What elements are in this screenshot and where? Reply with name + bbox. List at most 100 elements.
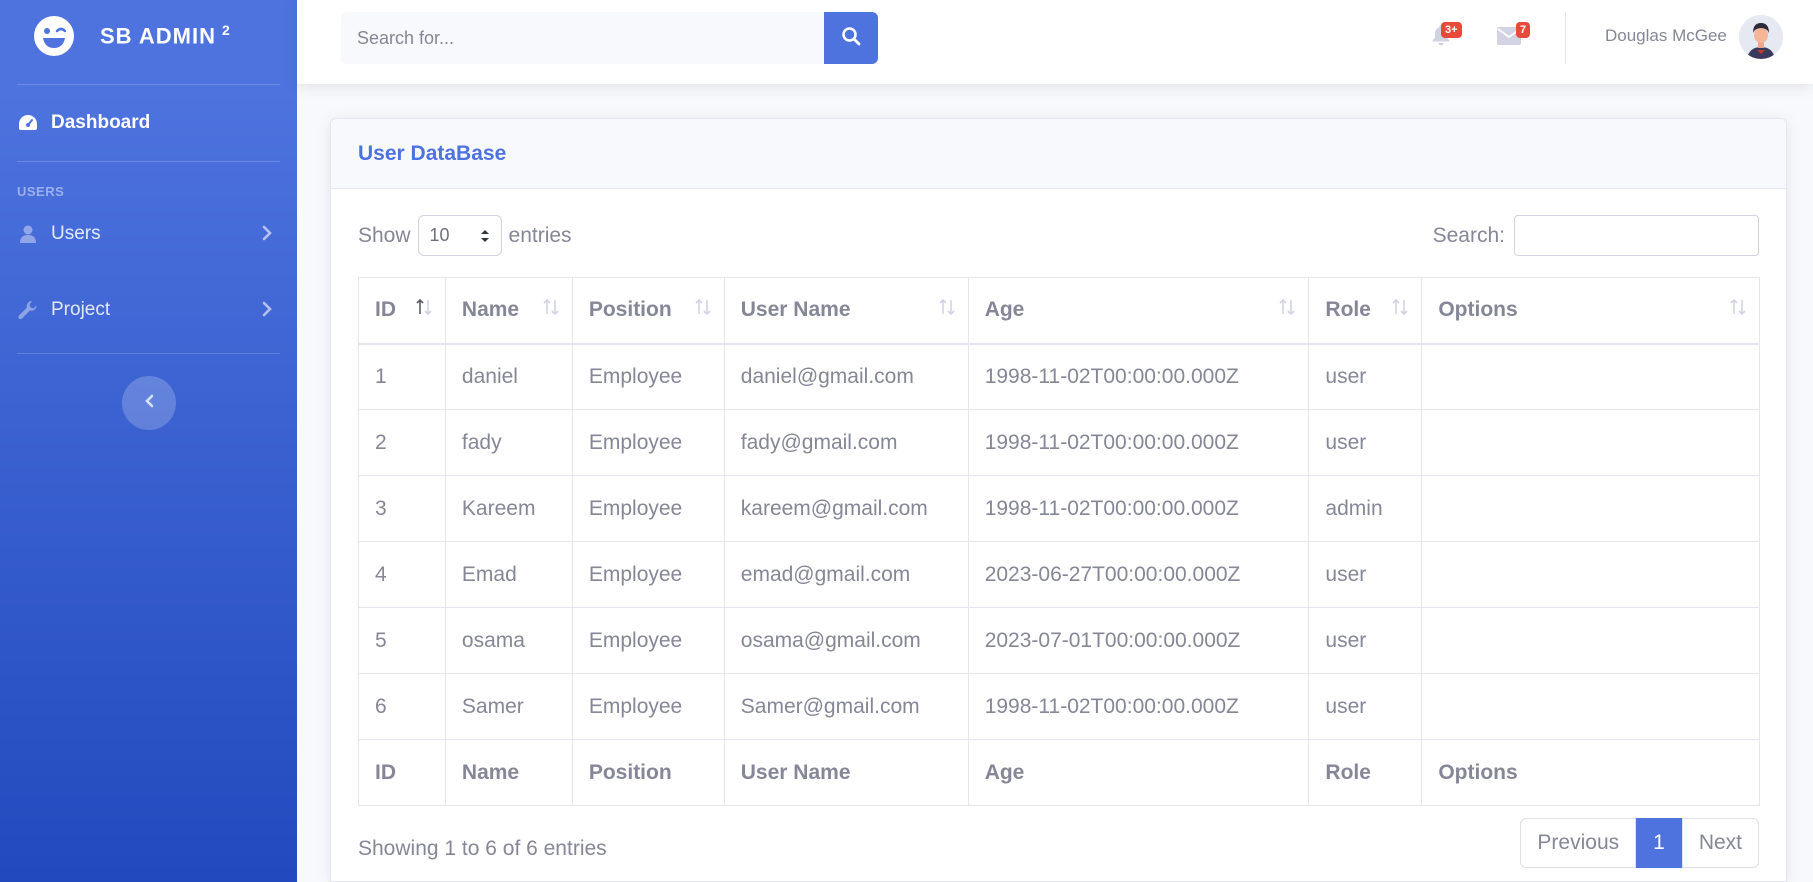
footer-options: Options xyxy=(1421,739,1760,806)
column-header-name[interactable]: Name xyxy=(444,277,573,345)
sort-asc-icon xyxy=(415,298,433,322)
user-avatar[interactable] xyxy=(1739,15,1783,59)
sidebar-heading: USERS xyxy=(17,184,65,199)
entries-label: entries xyxy=(508,223,572,247)
cell-id: 2 xyxy=(358,409,446,476)
alerts-button[interactable]: 3+ xyxy=(1427,22,1467,62)
users-table: ID Name Position User Name Age Role Opti… xyxy=(358,277,1760,806)
column-header-age[interactable]: Age xyxy=(967,277,1310,345)
footer-role: Role xyxy=(1308,739,1423,806)
page-1-button[interactable]: 1 xyxy=(1636,818,1682,868)
sort-icon xyxy=(1278,298,1296,322)
table-footer-row: ID Name Position User Name Age Role Opti… xyxy=(358,739,1760,806)
card-header: User DataBase xyxy=(331,119,1786,189)
footer-age: Age xyxy=(967,739,1310,806)
search-button[interactable] xyxy=(824,12,878,64)
cell-role: user xyxy=(1308,409,1423,476)
table-row: 4 Emad Employee emad@gmail.com 2023-06-2… xyxy=(358,541,1760,608)
topbar-divider xyxy=(1565,12,1566,64)
cell-id: 5 xyxy=(358,607,446,674)
column-header-username[interactable]: User Name xyxy=(723,277,969,345)
sort-icon xyxy=(694,298,712,322)
cell-age: 1998-11-02T00:00:00.000Z xyxy=(967,475,1310,542)
table-header-row: ID Name Position User Name Age Role Opti… xyxy=(358,277,1760,345)
sidebar-item-dashboard[interactable]: Dashboard xyxy=(0,85,297,161)
sidebar-divider xyxy=(17,353,280,354)
cell-age: 1998-11-02T00:00:00.000Z xyxy=(967,673,1310,740)
cell-age: 2023-06-27T00:00:00.000Z xyxy=(967,541,1310,608)
cell-name: Emad xyxy=(444,541,573,608)
cell-name: osama xyxy=(444,607,573,674)
brand[interactable]: SB ADMIN 2 xyxy=(0,0,297,72)
topbar-search xyxy=(341,12,878,64)
footer-name: Name xyxy=(444,739,573,806)
search-input[interactable] xyxy=(341,12,824,64)
sidebar-item-label: Project xyxy=(51,299,111,320)
cell-options xyxy=(1421,475,1760,542)
pagination: Previous 1 Next xyxy=(1520,818,1759,868)
cell-position: Employee xyxy=(571,607,725,674)
cell-age: 2023-07-01T00:00:00.000Z xyxy=(967,607,1310,674)
alerts-badge: 3+ xyxy=(1441,22,1462,38)
brand-sup: 2 xyxy=(221,22,231,39)
sidebar-item-label: Dashboard xyxy=(51,112,151,133)
cell-username: Samer@gmail.com xyxy=(723,673,969,740)
messages-badge: 7 xyxy=(1516,22,1531,38)
cell-username: fady@gmail.com xyxy=(723,409,969,476)
user-database-card: User DataBase Show 10 entries Search: ID… xyxy=(330,118,1787,882)
cell-age: 1998-11-02T00:00:00.000Z xyxy=(967,409,1310,476)
sidebar-item-project[interactable]: Project xyxy=(0,281,297,339)
cell-position: Employee xyxy=(571,541,725,608)
length-control: Show 10 entries xyxy=(358,215,572,256)
table-filter: Search: xyxy=(1433,215,1759,256)
cell-position: Employee xyxy=(571,409,725,476)
page-length-select[interactable]: 10 xyxy=(417,215,502,256)
cell-options xyxy=(1421,673,1760,740)
cell-options xyxy=(1421,409,1760,476)
table-row: 1 daniel Employee daniel@gmail.com 1998-… xyxy=(358,343,1760,410)
chevron-right-icon xyxy=(261,225,275,243)
chevron-right-icon xyxy=(261,301,275,319)
sidebar-item-label: Users xyxy=(51,223,101,244)
table-search-input[interactable] xyxy=(1514,215,1759,256)
page-length-value: 10 xyxy=(429,225,450,245)
footer-id: ID xyxy=(358,739,446,806)
table-row: 5 osama Employee osama@gmail.com 2023-07… xyxy=(358,607,1760,674)
cell-role: user xyxy=(1308,343,1423,410)
column-header-id[interactable]: ID xyxy=(358,277,446,345)
messages-button[interactable]: 7 xyxy=(1497,22,1537,62)
cell-id: 1 xyxy=(358,343,446,410)
table-info: Showing 1 to 6 of 6 entries xyxy=(358,837,607,860)
cell-role: user xyxy=(1308,673,1423,740)
cell-name: daniel xyxy=(444,343,573,410)
cell-age: 1998-11-02T00:00:00.000Z xyxy=(967,343,1310,410)
table-row: 2 fady Employee fady@gmail.com 1998-11-0… xyxy=(358,409,1760,476)
cell-options xyxy=(1421,541,1760,608)
previous-page-button[interactable]: Previous xyxy=(1520,818,1637,868)
column-header-options[interactable]: Options xyxy=(1421,277,1760,345)
show-label: Show xyxy=(358,223,411,247)
cell-position: Employee xyxy=(571,343,725,410)
table-row: 3 Kareem Employee kareem@gmail.com 1998-… xyxy=(358,475,1760,542)
table-row: 6 Samer Employee Samer@gmail.com 1998-11… xyxy=(358,673,1760,740)
search-icon xyxy=(841,26,861,51)
sort-icon xyxy=(542,298,560,322)
user-name[interactable]: Douglas McGee xyxy=(1605,26,1727,46)
sidebar: SB ADMIN 2 Dashboard USERS Users Project xyxy=(0,0,297,882)
next-page-button[interactable]: Next xyxy=(1681,818,1759,868)
cell-role: user xyxy=(1308,607,1423,674)
sort-icon xyxy=(1729,298,1747,322)
sidebar-toggle-button[interactable] xyxy=(121,376,176,430)
cell-username: emad@gmail.com xyxy=(723,541,969,608)
column-header-position[interactable]: Position xyxy=(571,277,725,345)
cell-name: Kareem xyxy=(444,475,573,542)
card-title: User DataBase xyxy=(358,141,507,165)
user-icon xyxy=(17,223,39,245)
cell-options xyxy=(1421,343,1760,410)
sidebar-item-users[interactable]: Users xyxy=(0,205,297,263)
search-label: Search: xyxy=(1432,223,1505,247)
cell-role: user xyxy=(1308,541,1423,608)
cell-position: Employee xyxy=(571,673,725,740)
column-header-role[interactable]: Role xyxy=(1308,277,1423,345)
brand-name: SB ADMIN xyxy=(100,23,216,49)
